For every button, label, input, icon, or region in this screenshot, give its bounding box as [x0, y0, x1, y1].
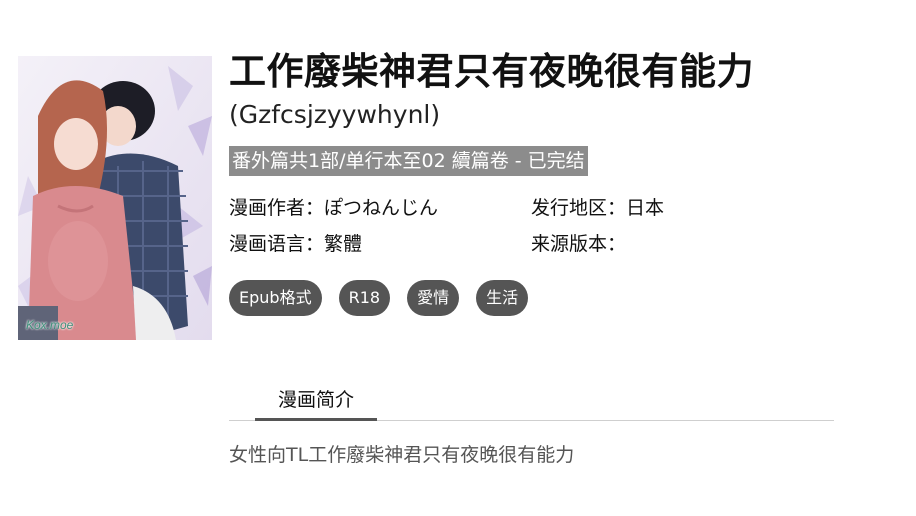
- meta-author-value[interactable]: ぽつねんじん: [324, 197, 438, 219]
- comic-subtitle: (Gzfcsjzyywhynl): [229, 100, 441, 129]
- meta-author: 漫画作者：ぽつねんじん: [229, 194, 531, 222]
- content-tabs: 漫画简介: [229, 384, 834, 421]
- tag-epub-format[interactable]: Epub格式: [229, 280, 322, 316]
- tab-synopsis[interactable]: 漫画简介: [255, 384, 377, 421]
- volume-status-badge: 番外篇共1部/单行本至02 續篇卷 - 已完结: [229, 146, 588, 176]
- comic-info-panel: 工作廢柴神君只有夜晚很有能力 (Gzfcsjzyywhynl) 番外篇共1部/单…: [229, 46, 869, 316]
- tag-life[interactable]: 生活: [476, 280, 529, 316]
- cover-image[interactable]: Kox.moe: [18, 56, 212, 340]
- meta-language-label: 漫画语言：: [229, 233, 325, 255]
- meta-language: 漫画语言：繁體: [229, 230, 531, 258]
- meta-region-value: 日本: [626, 197, 665, 219]
- tag-list: Epub格式 R18 愛情 生活: [229, 280, 869, 316]
- meta-source-label: 来源版本：: [531, 233, 627, 255]
- meta-region: 发行地区：日本: [531, 194, 831, 222]
- meta-source: 来源版本：: [531, 230, 831, 258]
- meta-language-value: 繁體: [324, 233, 363, 255]
- meta-author-label: 漫画作者：: [229, 197, 325, 219]
- synopsis-text: 女性向TL工作廢柴神君只有夜晚很有能力: [229, 444, 575, 466]
- cover-watermark-text: Kox.moe: [26, 318, 74, 332]
- comic-detail-page: Kox.moe 工作廢柴神君只有夜晚很有能力 (Gzfcsjzyywhynl) …: [0, 0, 916, 516]
- cover-illustration: [18, 56, 212, 340]
- comic-title: 工作廢柴神君只有夜晚很有能力: [229, 50, 754, 93]
- meta-region-label: 发行地区：: [531, 197, 627, 219]
- comic-meta-grid: 漫画作者：ぽつねんじん 发行地区：日本 漫画语言：繁體 来源版本：: [229, 194, 869, 258]
- tag-r18[interactable]: R18: [338, 280, 391, 316]
- tag-romance[interactable]: 愛情: [407, 280, 460, 316]
